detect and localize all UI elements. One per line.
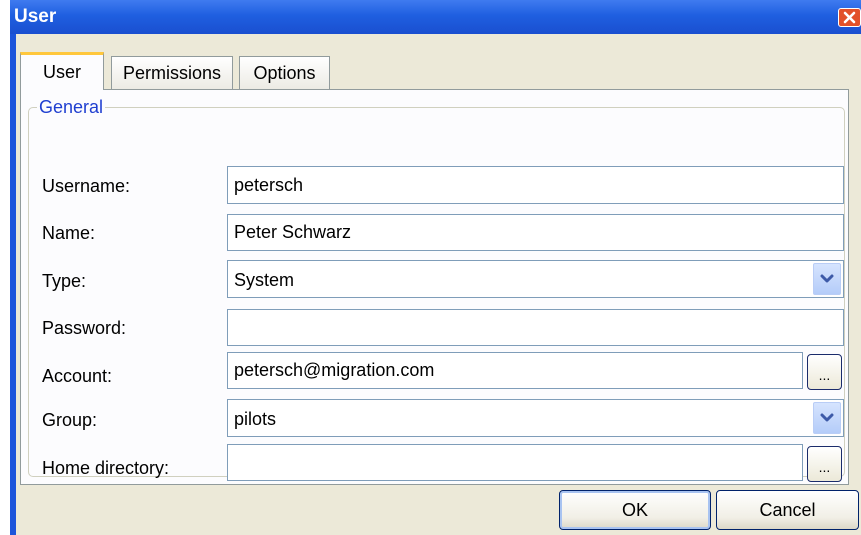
dialog-body: User Permissions Options General Usernam… [16,34,861,535]
ok-button-label: OK [621,499,648,520]
window-title: User [14,6,57,27]
account-browse-label: ... [818,367,831,383]
chevron-down-icon [820,274,834,283]
home-directory-browse-button[interactable]: ... [807,446,842,482]
username-label: Username: [42,176,131,196]
tab-permissions-label: Permissions [122,62,222,83]
tab-options[interactable]: Options [239,56,330,89]
title-bar[interactable]: User [10,0,861,34]
home-directory-label: Home directory: [42,458,170,478]
tab-user[interactable]: User [20,52,104,90]
tab-permissions[interactable]: Permissions [111,56,233,89]
home-directory-browse-label: ... [818,459,831,475]
close-button[interactable] [838,8,861,27]
close-icon [843,11,856,24]
type-label: Type: [42,271,87,291]
type-select[interactable]: System [227,260,844,298]
cancel-button-label: Cancel [759,499,816,520]
cancel-button[interactable]: Cancel [716,490,859,530]
group-label: Group: [42,410,98,430]
group-select[interactable]: pilots [227,399,844,437]
tab-options-label: Options [253,62,316,83]
password-input[interactable] [227,309,844,346]
tab-user-label: User [42,62,81,82]
name-input[interactable] [227,214,844,251]
group-title: General [37,97,106,118]
account-browse-button[interactable]: ... [807,354,842,390]
group-value: pilots [234,409,277,429]
user-dialog: User User Permissions Options General Us… [0,0,861,535]
home-directory-input[interactable] [227,444,803,481]
ok-button[interactable]: OK [559,490,711,530]
password-label: Password: [42,318,127,338]
name-label: Name: [42,223,96,243]
account-input[interactable] [227,352,803,389]
type-dropdown-button[interactable] [813,263,841,295]
type-value: System [234,270,295,290]
username-input[interactable] [227,166,844,204]
group-dropdown-button[interactable] [813,402,841,434]
account-label: Account: [42,366,113,386]
tab-panel-user: General Username: Name: Type: System Pas… [20,89,849,485]
chevron-down-icon [820,413,834,422]
